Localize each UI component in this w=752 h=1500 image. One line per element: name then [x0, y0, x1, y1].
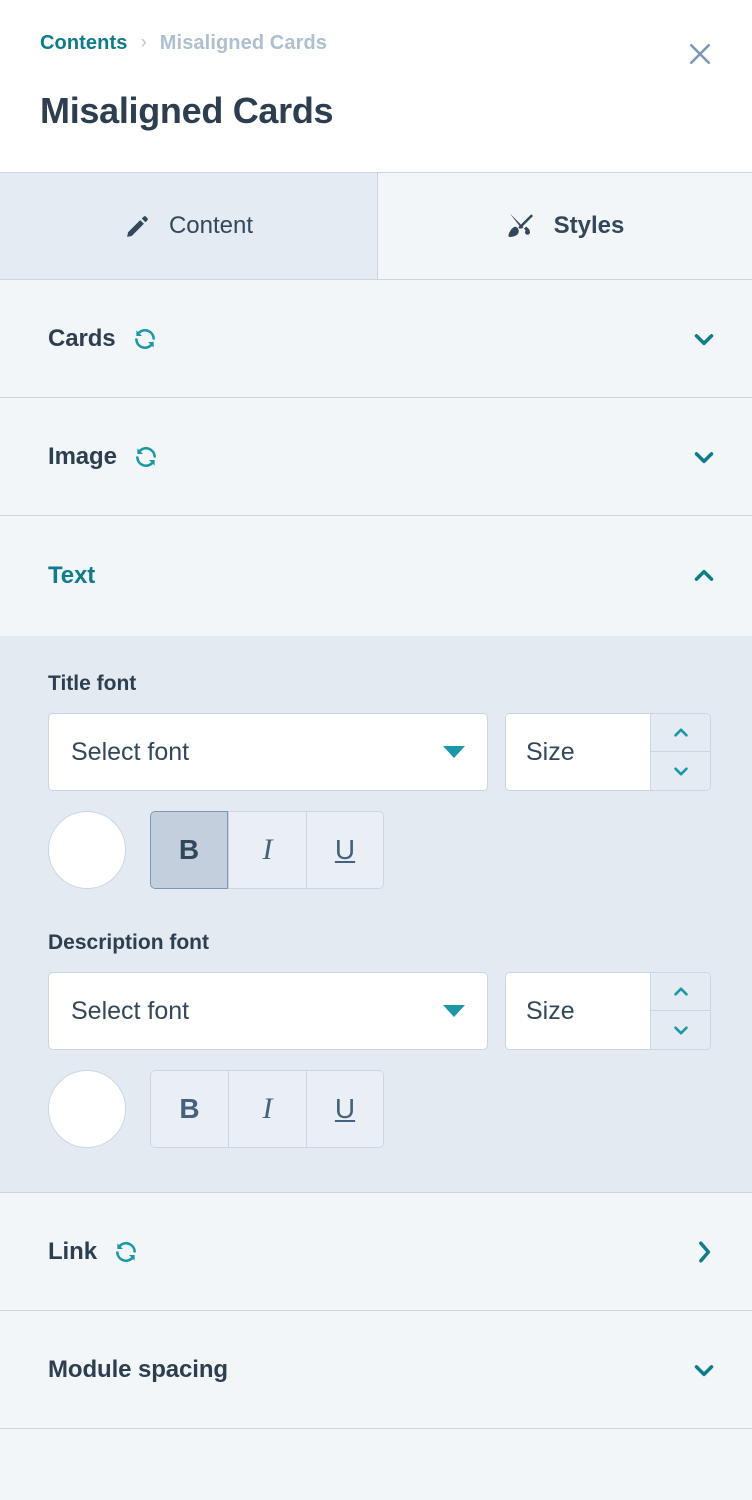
- section-image: Image: [0, 398, 752, 516]
- section-module-spacing-header[interactable]: Module spacing: [0, 1311, 752, 1428]
- description-font-size-input[interactable]: [506, 973, 650, 1049]
- section-cards-title: Cards: [48, 324, 116, 352]
- section-module-spacing-title: Module spacing: [48, 1355, 228, 1383]
- description-font-color-swatch[interactable]: [48, 1070, 126, 1148]
- description-font-size-increment[interactable]: [651, 973, 710, 1011]
- title-font-group: Title font Select font Size B I U: [48, 672, 711, 889]
- section-image-title: Image: [48, 442, 117, 470]
- breadcrumb-parent-link[interactable]: Contents: [40, 32, 127, 55]
- module-settings-panel: Contents › Misaligned Cards Misaligned C…: [0, 0, 752, 1500]
- section-cards: Cards: [0, 280, 752, 398]
- section-module-spacing: Module spacing: [0, 1311, 752, 1429]
- description-font-italic-button[interactable]: I: [228, 1070, 306, 1148]
- tab-content[interactable]: Content: [0, 173, 378, 279]
- title-font-row: Select font: [48, 713, 711, 791]
- description-font-select[interactable]: Select font: [48, 972, 488, 1050]
- section-link: Link: [0, 1193, 752, 1311]
- title-font-size-decrement[interactable]: [651, 752, 710, 790]
- title-font-select-value: Select font: [71, 737, 190, 766]
- close-icon: [689, 43, 711, 65]
- section-link-header[interactable]: Link: [0, 1193, 752, 1310]
- description-font-size-decrement[interactable]: [651, 1011, 710, 1049]
- section-text: Text Title font Select font Size B I U D…: [0, 516, 752, 1193]
- refresh-icon[interactable]: [133, 444, 159, 470]
- section-image-header[interactable]: Image: [0, 398, 752, 515]
- section-next-partial: [0, 1429, 752, 1500]
- chevron-up-icon[interactable]: [686, 558, 722, 594]
- tab-bar: Content Styles: [0, 172, 752, 280]
- title-font-bold-button[interactable]: B: [150, 811, 228, 889]
- paintbrush-icon: [506, 211, 536, 241]
- title-font-italic-button[interactable]: I: [228, 811, 306, 889]
- description-font-row: Select font: [48, 972, 711, 1050]
- title-font-size-steppers: [650, 714, 710, 790]
- tab-content-label: Content: [168, 212, 254, 239]
- pencil-icon: [124, 213, 151, 240]
- refresh-icon[interactable]: [132, 326, 158, 352]
- title-font-size-input[interactable]: [506, 714, 650, 790]
- breadcrumb-separator-icon: ›: [140, 32, 147, 53]
- section-text-body: Title font Select font Size B I U Descri…: [0, 636, 752, 1192]
- description-font-bold-button[interactable]: B: [150, 1070, 228, 1148]
- chevron-down-icon: [673, 1026, 688, 1035]
- title-font-label: Title font: [48, 672, 137, 695]
- section-cards-header[interactable]: Cards: [0, 280, 752, 397]
- breadcrumb-current: Misaligned Cards: [159, 31, 327, 54]
- description-font-format-row: B I U: [48, 1070, 704, 1148]
- description-font-group: Description font Select font Size B I U: [48, 931, 711, 1148]
- chevron-down-icon: [443, 746, 465, 758]
- description-font-underline-button[interactable]: U: [306, 1070, 384, 1148]
- description-font-select-value: Select font: [71, 996, 190, 1025]
- description-font-size-wrap: [505, 972, 711, 1050]
- chevron-down-icon[interactable]: [686, 439, 722, 475]
- tab-styles-label: Styles: [553, 212, 625, 239]
- tab-styles[interactable]: Styles: [378, 173, 752, 279]
- breadcrumb: Contents › Misaligned Cards: [40, 28, 718, 58]
- section-text-title: Text: [48, 562, 96, 589]
- chevron-down-icon: [673, 767, 688, 776]
- chevron-right-icon[interactable]: [686, 1234, 722, 1270]
- page-title: Misaligned Cards: [40, 90, 334, 131]
- chevron-up-icon: [673, 728, 688, 737]
- panel-header: Contents › Misaligned Cards Misaligned C…: [0, 0, 752, 172]
- title-font-format-row: B I U: [48, 811, 704, 889]
- description-font-label: Description font: [48, 931, 209, 954]
- title-font-style-group: B I U: [150, 811, 384, 889]
- chevron-down-icon[interactable]: [686, 321, 722, 357]
- chevron-down-icon[interactable]: [686, 1352, 722, 1388]
- section-text-header[interactable]: Text: [0, 516, 752, 636]
- chevron-up-icon: [673, 987, 688, 996]
- section-link-title: Link: [48, 1237, 97, 1265]
- title-font-size-increment[interactable]: [651, 714, 710, 752]
- refresh-icon[interactable]: [113, 1239, 139, 1265]
- description-font-style-group: B I U: [150, 1070, 384, 1148]
- title-font-size-wrap: [505, 713, 711, 791]
- chevron-down-icon: [443, 1005, 465, 1017]
- title-font-select[interactable]: Select font: [48, 713, 488, 791]
- title-font-color-swatch[interactable]: [48, 811, 126, 889]
- section-next-partial-header[interactable]: [0, 1429, 752, 1500]
- title-font-underline-button[interactable]: U: [306, 811, 384, 889]
- close-button[interactable]: [680, 34, 720, 74]
- description-font-size-steppers: [650, 973, 710, 1049]
